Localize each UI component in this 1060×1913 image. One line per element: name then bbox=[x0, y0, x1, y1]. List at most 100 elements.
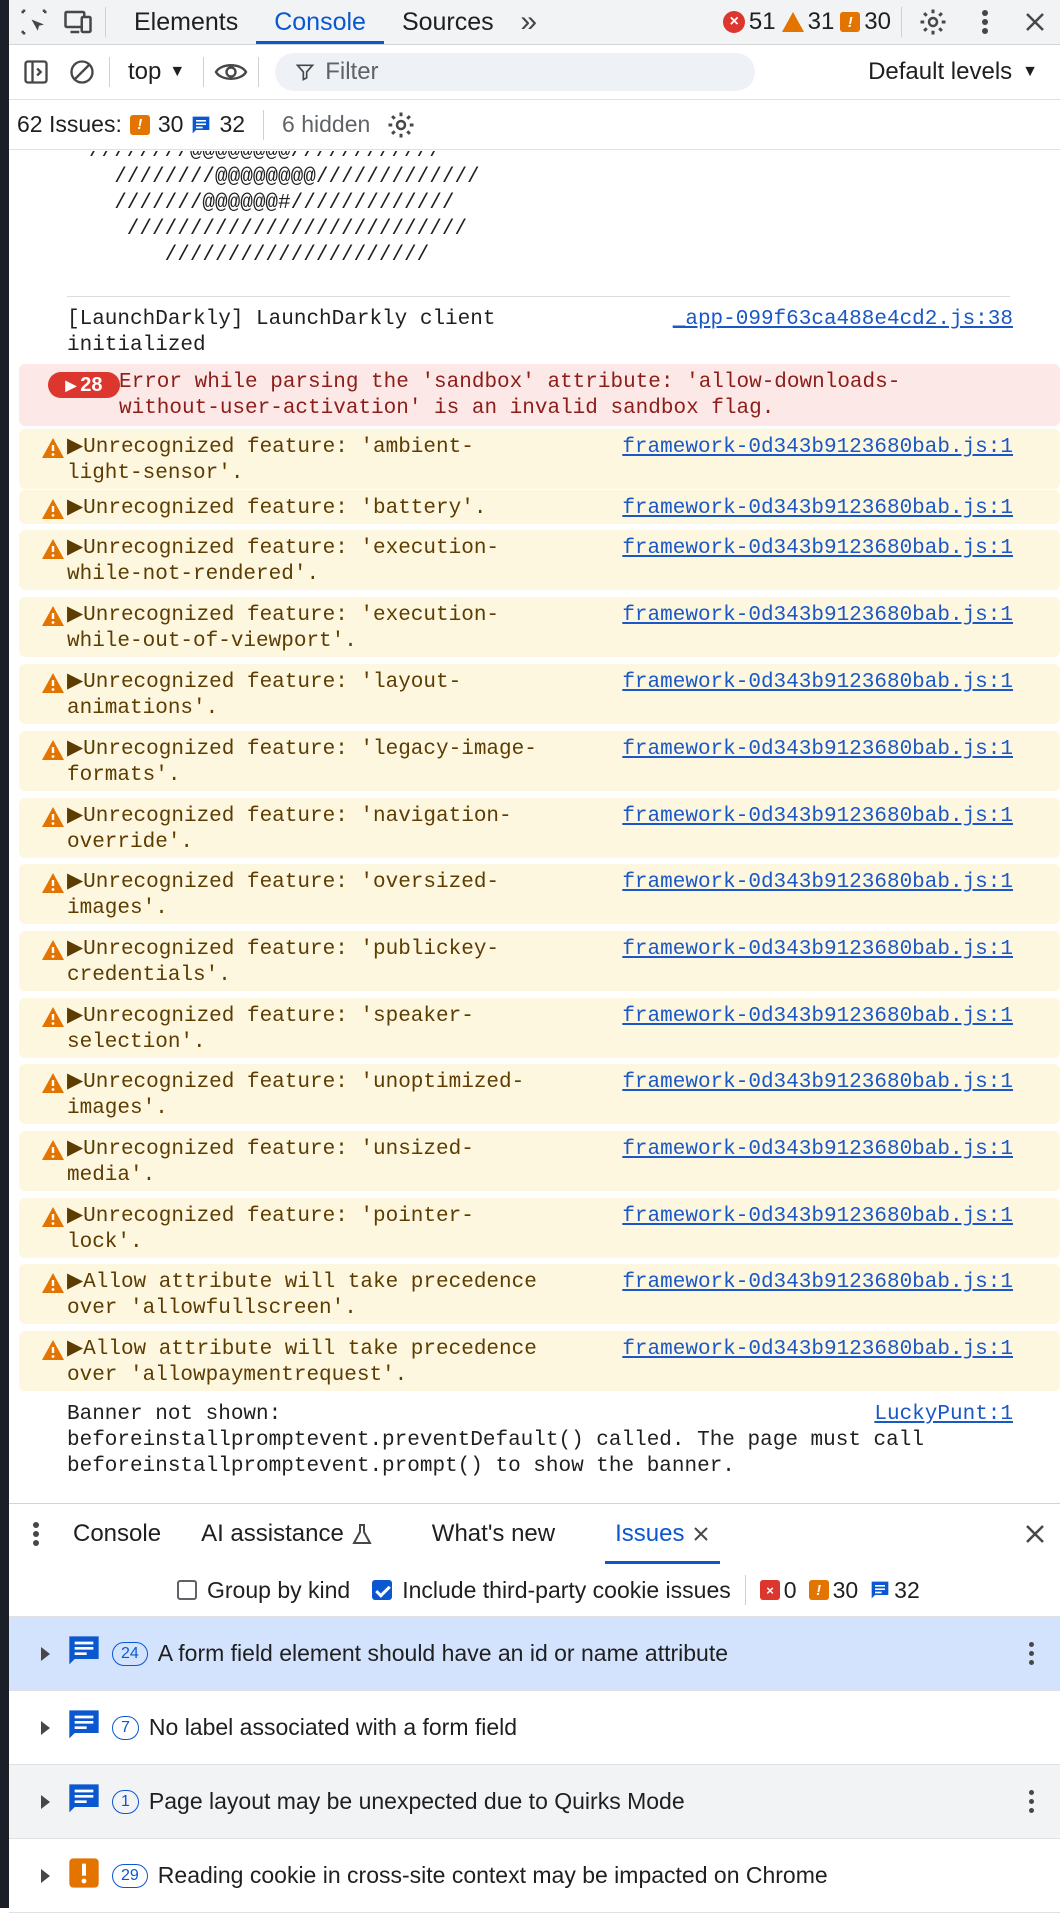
issue-row[interactable]: 7 No label associated with a form field bbox=[9, 1691, 1060, 1765]
source-link[interactable]: framework-0d343b9123680bab.js:1 bbox=[622, 1270, 1013, 1296]
source-link[interactable]: framework-0d343b9123680bab.js:1 bbox=[622, 1337, 1013, 1363]
issues-summary-bar[interactable]: 62 Issues: ! 30 32 6 hidden bbox=[9, 100, 1060, 150]
console-warning-message[interactable]: ▶Unrecognized feature: 'battery'. framewo… bbox=[19, 490, 1060, 524]
expand-triangle-icon[interactable] bbox=[41, 1868, 50, 1883]
drawer-tab-console[interactable]: Console bbox=[53, 1504, 181, 1564]
info-issue-icon bbox=[68, 1783, 100, 1821]
source-link[interactable]: framework-0d343b9123680bab.js:1 bbox=[622, 804, 1013, 830]
close-devtools-icon[interactable] bbox=[1018, 5, 1052, 39]
info-issue-icon bbox=[871, 1581, 889, 1599]
close-tab-icon[interactable] bbox=[692, 1525, 710, 1543]
drawer-tab-ai-assistance[interactable]: AI assistance bbox=[181, 1504, 392, 1564]
clear-console-icon[interactable] bbox=[65, 55, 99, 89]
drawer-more-icon[interactable] bbox=[19, 1517, 53, 1551]
warning-issue-icon: ! bbox=[808, 1580, 829, 1600]
console-warning-message[interactable]: ▶Unrecognized feature: 'unsized- media'.… bbox=[19, 1131, 1060, 1191]
source-link[interactable]: _app-099f63ca488e4cd2.js:38 bbox=[673, 307, 1013, 333]
drawer-tab-issues[interactable]: Issues bbox=[595, 1504, 730, 1564]
console-warning-message[interactable]: ▶Unrecognized feature: 'speaker- selecti… bbox=[19, 998, 1060, 1058]
divider bbox=[901, 7, 902, 37]
drawer-tab-whats-new[interactable]: What's new bbox=[412, 1504, 575, 1564]
source-link[interactable]: framework-0d343b9123680bab.js:1 bbox=[622, 870, 1013, 896]
context-selector[interactable]: top ▼ bbox=[120, 58, 193, 86]
source-link[interactable]: LuckyPunt:1 bbox=[874, 1402, 1013, 1428]
console-warning-message[interactable]: ▶Allow attribute will take precedence ov… bbox=[19, 1264, 1060, 1324]
warning-icon bbox=[41, 1272, 65, 1303]
console-log-message[interactable]: [LaunchDarkly] LaunchDarkly client initi… bbox=[19, 301, 1060, 359]
error-icon: × bbox=[722, 11, 745, 33]
source-link[interactable]: framework-0d343b9123680bab.js:1 bbox=[622, 536, 1013, 562]
console-warning-message[interactable]: ▶Allow attribute will take precedence ov… bbox=[19, 1331, 1060, 1391]
issues-warn-count: 30 bbox=[157, 111, 184, 137]
console-log[interactable]: ////////@@@@@@@@//////////// ////////@@@… bbox=[9, 151, 1060, 1500]
console-warning-message[interactable]: ▶Unrecognized feature: 'navigation- over… bbox=[19, 798, 1060, 858]
source-link[interactable]: framework-0d343b9123680bab.js:1 bbox=[622, 1204, 1013, 1230]
filter-input[interactable]: Filter bbox=[275, 53, 756, 91]
context-label: top bbox=[128, 58, 162, 85]
issue-menu-icon[interactable] bbox=[1029, 1642, 1034, 1665]
issue-row[interactable]: 24 A form field element should have an id… bbox=[9, 1617, 1060, 1691]
issue-menu-icon[interactable] bbox=[1029, 1790, 1034, 1813]
warning-counter[interactable]: 31 bbox=[781, 8, 834, 36]
source-link[interactable]: framework-0d343b9123680bab.js:1 bbox=[622, 937, 1013, 963]
include-third-party-checkbox[interactable] bbox=[372, 1580, 393, 1600]
live-expression-eye-icon[interactable] bbox=[214, 55, 248, 89]
issues-settings-gear-icon[interactable] bbox=[386, 110, 416, 140]
divider bbox=[203, 57, 205, 87]
message-text: ▶Unrecognized feature: 'oversized- image… bbox=[67, 871, 500, 920]
console-warning-message[interactable]: ▶Unrecognized feature: 'layout- animatio… bbox=[19, 664, 1060, 724]
source-link[interactable]: framework-0d343b9123680bab.js:1 bbox=[622, 496, 1013, 522]
divider bbox=[67, 296, 1010, 297]
group-by-kind-checkbox[interactable] bbox=[177, 1580, 197, 1600]
console-warning-message[interactable]: ▶Unrecognized feature: 'publickey- crede… bbox=[19, 931, 1060, 991]
tab-console[interactable]: Console bbox=[256, 0, 384, 44]
source-link[interactable]: framework-0d343b9123680bab.js:1 bbox=[622, 1004, 1013, 1030]
source-link[interactable]: framework-0d343b9123680bab.js:1 bbox=[622, 1137, 1013, 1163]
source-link[interactable]: framework-0d343b9123680bab.js:1 bbox=[622, 737, 1013, 763]
close-drawer-icon[interactable] bbox=[1018, 1517, 1052, 1551]
issue-counter[interactable]: ! 30 bbox=[840, 8, 891, 36]
group-by-kind-label: Group by kind bbox=[207, 1576, 351, 1603]
tab-elements[interactable]: Elements bbox=[116, 0, 256, 44]
repeat-count-badge[interactable]: ▶ 28 bbox=[48, 372, 120, 398]
console-warning-message[interactable]: ▶Unrecognized feature: 'legacy-image- fo… bbox=[19, 731, 1060, 791]
issues-err-count: 0 bbox=[783, 1576, 797, 1603]
console-warning-message[interactable]: ▶Unrecognized feature: 'execution- while… bbox=[19, 530, 1060, 590]
error-counter[interactable]: × 51 bbox=[722, 8, 776, 36]
device-toolbar-icon[interactable] bbox=[61, 5, 95, 39]
console-warning-message[interactable]: ▶Unrecognized feature: 'execution- while… bbox=[19, 597, 1060, 657]
warning-icon bbox=[41, 939, 65, 970]
inspect-element-icon[interactable] bbox=[17, 5, 51, 39]
filter-placeholder: Filter bbox=[325, 58, 379, 85]
message-text: ▶Unrecognized feature: 'publickey- crede… bbox=[67, 938, 500, 987]
expand-triangle-icon[interactable] bbox=[41, 1720, 50, 1735]
console-warning-message[interactable]: ▶Unrecognized feature: 'ambient- light-s… bbox=[19, 429, 1060, 489]
console-warning-message[interactable]: ▶Unrecognized feature: 'oversized- image… bbox=[19, 864, 1060, 924]
more-tabs-icon[interactable]: » bbox=[512, 5, 546, 39]
sidebar-toggle-icon[interactable] bbox=[19, 55, 53, 89]
console-warning-message[interactable]: ▶Unrecognized feature: 'pointer- lock'. f… bbox=[19, 1198, 1060, 1258]
tab-sources[interactable]: Sources bbox=[384, 0, 512, 44]
source-link[interactable]: framework-0d343b9123680bab.js:1 bbox=[622, 435, 1013, 461]
devtools-panel: Elements Console Sources » × 51 31 ! 30 to… bbox=[9, 0, 1060, 1913]
warning-icon bbox=[41, 538, 65, 569]
hidden-issues-count: 6 hidden bbox=[282, 111, 371, 137]
source-link[interactable]: framework-0d343b9123680bab.js:1 bbox=[622, 603, 1013, 629]
issue-row[interactable]: 29 Reading cookie in cross-site context m… bbox=[9, 1839, 1060, 1913]
source-link[interactable]: framework-0d343b9123680bab.js:1 bbox=[622, 1070, 1013, 1096]
log-levels-dropdown[interactable]: Default levels ▼ bbox=[868, 58, 1038, 86]
expand-triangle-icon[interactable] bbox=[41, 1794, 50, 1809]
console-warning-message[interactable]: ▶Unrecognized feature: 'unoptimized- ima… bbox=[19, 1064, 1060, 1124]
source-link[interactable]: framework-0d343b9123680bab.js:1 bbox=[622, 670, 1013, 696]
more-options-icon[interactable] bbox=[968, 5, 1002, 39]
issue-row[interactable]: 1 Page layout may be unexpected due to Qu… bbox=[9, 1765, 1060, 1839]
issue-info-icon bbox=[193, 116, 210, 133]
console-error-message[interactable]: ▶ 28 Error while parsing the 'sandbox' att… bbox=[19, 364, 1060, 426]
expand-triangle-icon[interactable] bbox=[41, 1646, 50, 1661]
issue-title: A form field element should have an id o… bbox=[157, 1640, 729, 1666]
ascii-art-output: ////////@@@@@@@@//////////// ////////@@@… bbox=[89, 151, 480, 267]
settings-gear-icon[interactable] bbox=[916, 5, 950, 39]
console-log-message[interactable]: Banner not shown: beforeinstallprompteve… bbox=[19, 1396, 1060, 1478]
warning-icon bbox=[41, 437, 65, 468]
console-counts[interactable]: × 51 31 ! 30 bbox=[722, 8, 891, 36]
